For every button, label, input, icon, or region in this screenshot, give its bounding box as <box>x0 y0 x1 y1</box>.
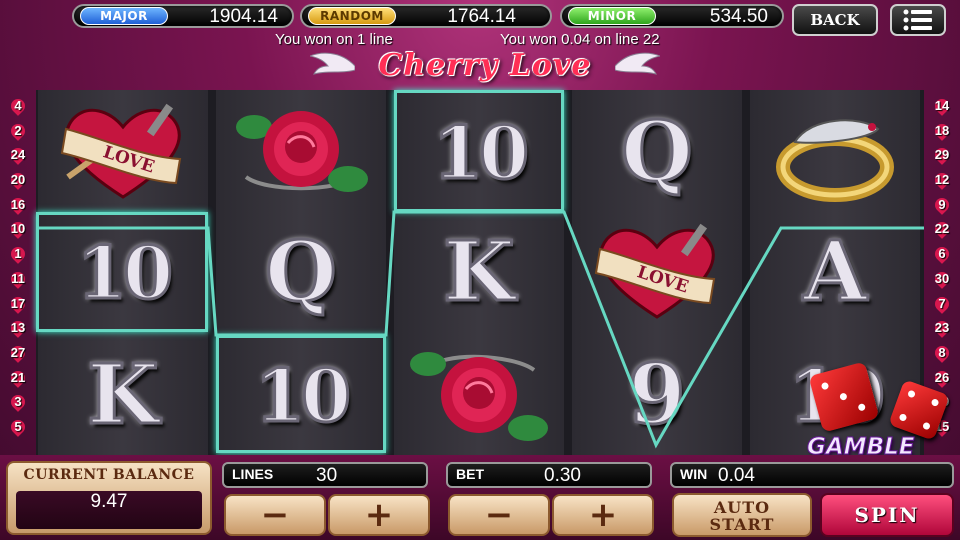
gamble-button[interactable]: GAMBLE <box>805 360 960 461</box>
current-balance-panel: CURRENT BALANCE 9.47 <box>6 461 212 535</box>
dice-icon <box>888 379 950 441</box>
bet-increase-button[interactable]: + <box>552 494 654 536</box>
jackpot-major-value: 1904.14 <box>209 6 278 27</box>
payline-number-label: 2 <box>14 122 22 138</box>
payline-number-label: 4 <box>14 98 22 113</box>
payline-number-label: 3 <box>14 394 22 410</box>
hamburger-menu-icon <box>903 9 932 31</box>
jackpot-major-label: MAJOR <box>80 7 168 25</box>
payline-number-label: 16 <box>10 196 26 212</box>
payline-number[interactable]: 20 <box>3 168 33 193</box>
payline-number-label: 24 <box>10 147 26 163</box>
dice-icon <box>808 361 880 433</box>
payline-number-label: 18 <box>934 122 950 138</box>
payline-number[interactable]: 7 <box>927 292 957 317</box>
lines-label: LINES <box>232 466 274 482</box>
win-value: 0.04 <box>718 465 755 486</box>
lines-display: LINES 30 <box>222 462 428 488</box>
payline-number-label: 29 <box>934 147 950 163</box>
payline-number-label: 8 <box>938 344 946 360</box>
payline-number[interactable]: 29 <box>927 143 957 168</box>
bet-label: BET <box>456 466 484 482</box>
payline-number[interactable]: 17 <box>3 292 33 317</box>
current-balance-value: 9.47 <box>16 491 202 529</box>
lines-decrease-button[interactable]: − <box>224 494 326 536</box>
payline-number-label: 23 <box>934 320 950 336</box>
bet-value: 0.30 <box>544 465 581 486</box>
spin-button[interactable]: SPIN <box>820 493 954 537</box>
payline-number[interactable]: 16 <box>3 193 33 218</box>
reel-area: LOVE 10 K Q 10 10 K Q LOVE 9 A <box>36 90 924 455</box>
jackpot-minor-label: MINOR <box>568 7 656 25</box>
payline-number[interactable]: 13 <box>3 316 33 341</box>
payline-number[interactable]: 22 <box>927 217 957 242</box>
payline-number[interactable]: 1 <box>3 242 33 267</box>
payline-number-label: 6 <box>938 246 946 262</box>
logo-title: Cherry Love <box>378 48 592 83</box>
payline-number[interactable]: 27 <box>3 341 33 366</box>
jackpot-random-value: 1764.14 <box>447 6 516 27</box>
payline-number[interactable]: 5 <box>3 415 33 440</box>
payline-number[interactable]: 9 <box>927 193 957 218</box>
lines-value: 30 <box>316 465 338 486</box>
payline-number-label: 20 <box>10 172 26 188</box>
payline-number-label: 22 <box>934 221 950 237</box>
payline-number-label: 13 <box>10 320 26 336</box>
win-label: WIN <box>680 466 708 482</box>
current-balance-label: CURRENT BALANCE <box>23 467 195 483</box>
payline-number-label: 21 <box>10 369 26 385</box>
bet-display: BET 0.30 <box>446 462 652 488</box>
payline-number[interactable]: 2 <box>3 119 33 144</box>
payline-number-label: 9 <box>938 196 946 212</box>
payline-number[interactable]: 24 <box>3 143 33 168</box>
payline-numbers-left: 4 2 24 20 16 10 1 11 17 13 27 21 3 5 <box>3 94 33 440</box>
payline-number-label: 27 <box>10 344 26 360</box>
payline-number-label: 1 <box>14 246 22 262</box>
win-message-amount: You won 0.04 on line 22 <box>500 31 660 48</box>
menu-button[interactable] <box>890 4 946 36</box>
game-logo: Cherry Love <box>310 48 660 88</box>
auto-start-button[interactable]: AUTO START <box>672 493 812 537</box>
auto-start-label-line1: AUTO <box>713 498 771 517</box>
payline-number-label: 5 <box>14 418 22 434</box>
payline-number[interactable]: 6 <box>927 242 957 267</box>
payline-number-label: 30 <box>934 270 950 286</box>
payline-number-label: 11 <box>11 270 25 286</box>
win-display: WIN 0.04 <box>670 462 954 488</box>
payline-number-label: 14 <box>934 98 950 113</box>
auto-start-label-line2: START <box>709 515 775 534</box>
left-wing-icon <box>310 52 355 75</box>
payline-number-label: 10 <box>10 221 26 237</box>
payline-number-label: 17 <box>10 295 26 311</box>
jackpot-minor-value: 534.50 <box>709 6 768 27</box>
payline-22-path <box>36 210 924 449</box>
payline-number-label: 7 <box>938 295 946 311</box>
bet-decrease-button[interactable]: − <box>448 494 550 536</box>
payline-number[interactable]: 23 <box>927 316 957 341</box>
payline-number-label: 12 <box>934 172 950 188</box>
lines-increase-button[interactable]: + <box>328 494 430 536</box>
payline-number[interactable]: 11 <box>3 267 33 292</box>
back-button[interactable]: BACK <box>792 4 878 36</box>
payline-number[interactable]: 3 <box>3 390 33 415</box>
payline-number[interactable]: 4 <box>3 94 33 119</box>
payline-number[interactable]: 30 <box>927 267 957 292</box>
payline-number[interactable]: 14 <box>927 94 957 119</box>
payline-number[interactable]: 21 <box>3 366 33 391</box>
win-message-lines: You won on 1 line <box>275 31 393 48</box>
payline-number[interactable]: 18 <box>927 119 957 144</box>
payline-number[interactable]: 10 <box>3 217 33 242</box>
right-wing-icon <box>615 52 660 75</box>
jackpot-major: MAJOR 1904.14 <box>72 4 294 28</box>
jackpot-random-label: RANDOM <box>308 7 396 25</box>
jackpot-random: RANDOM 1764.14 <box>300 4 552 28</box>
jackpot-minor: MINOR 534.50 <box>560 4 784 28</box>
payline-number[interactable]: 12 <box>927 168 957 193</box>
